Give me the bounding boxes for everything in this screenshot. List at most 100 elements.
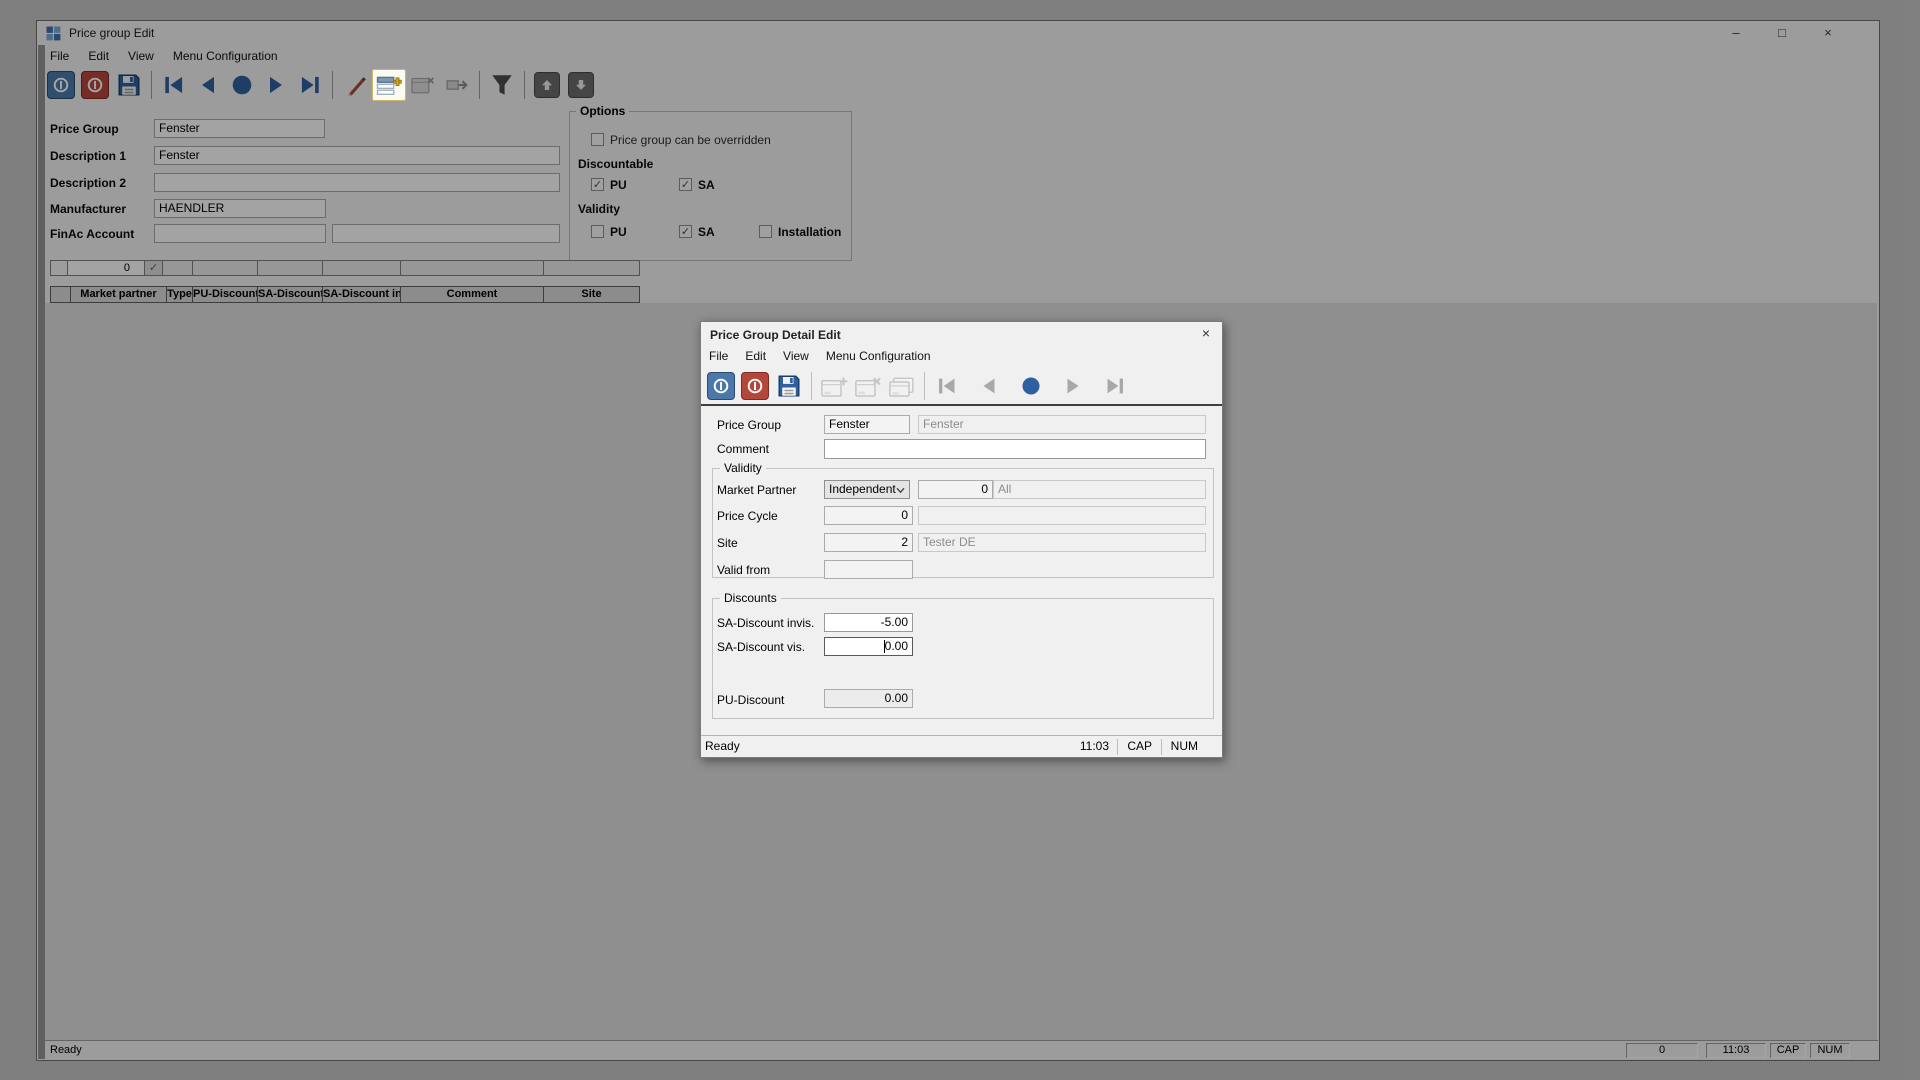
column-header-market-partner[interactable]: Market partner (70, 286, 167, 303)
menu-configuration[interactable]: Menu Configuration (173, 49, 278, 63)
filter-cell[interactable] (162, 260, 193, 276)
validity-sa-checkbox[interactable]: ✓ (679, 225, 692, 238)
description1-label: Description 1 (50, 149, 126, 163)
dialog-menu-view[interactable]: View (783, 349, 809, 363)
market-partner-number-field[interactable]: 0 (918, 480, 993, 499)
column-header-sa-discount-inv[interactable]: SA-Discount inv (322, 286, 401, 303)
form-edit-button-disabled[interactable] (406, 69, 440, 101)
dialog-nav-last-button[interactable] (1098, 370, 1132, 402)
filter-cell[interactable] (400, 260, 544, 276)
dialog-cancel-button[interactable] (738, 370, 772, 402)
dialog-save-button[interactable] (772, 370, 806, 402)
market-partner-label: Market Partner (717, 483, 796, 497)
dialog-price-group-field[interactable]: Fenster (824, 415, 910, 434)
price-cycle-label: Price Cycle (717, 509, 778, 523)
column-header-pu-discount[interactable]: PU-Discount (192, 286, 258, 303)
pen-edit-icon (343, 73, 367, 97)
dialog-menu-file[interactable]: File (709, 349, 728, 363)
discountable-label: Discountable (578, 157, 653, 171)
manufacturer-field[interactable]: HAENDLER (154, 199, 326, 218)
nav-previous-icon (978, 375, 1000, 397)
filter-funnel-icon (489, 72, 515, 98)
discountable-pu-label: PU (610, 178, 627, 192)
dialog-nav-next-button[interactable] (1056, 370, 1090, 402)
toolbar-separator (924, 372, 925, 400)
dialog-menu-configuration[interactable]: Menu Configuration (826, 349, 931, 363)
validity-installation-checkbox[interactable] (759, 225, 772, 238)
override-checkbox[interactable] (591, 133, 604, 146)
dialog-nav-previous-button[interactable] (972, 370, 1006, 402)
cancel-power-icon (741, 372, 769, 400)
description1-field[interactable]: Fenster (154, 146, 560, 165)
nav-next-button[interactable] (259, 69, 293, 101)
save-button[interactable] (112, 69, 146, 101)
sa-discount-vis-field[interactable]: 0.00 (824, 637, 913, 656)
site-field[interactable]: 2 (824, 533, 913, 552)
filter-cell[interactable] (543, 260, 640, 276)
sa-discount-invis-field[interactable]: -5.00 (824, 613, 913, 632)
filter-count-field[interactable]: 0 (67, 260, 145, 276)
nav-last-icon (298, 73, 322, 97)
filter-cell[interactable] (257, 260, 323, 276)
move-down-button[interactable] (564, 69, 598, 101)
toolbar-separator (332, 71, 333, 99)
column-header-type[interactable]: Type (166, 286, 193, 303)
move-up-button[interactable] (530, 69, 564, 101)
nav-first-button[interactable] (157, 69, 191, 101)
menu-edit[interactable]: Edit (88, 49, 109, 63)
dialog-status-num: NUM (1171, 739, 1198, 753)
ok-power-icon (47, 71, 75, 99)
restore-button[interactable]: □ (1765, 23, 1799, 43)
dialog-menu-bar: File Edit View Menu Configuration (709, 347, 931, 365)
discountable-sa-label: SA (698, 178, 715, 192)
filter-cell[interactable] (322, 260, 401, 276)
valid-from-field[interactable] (824, 560, 913, 579)
dialog-close-button[interactable]: × (1196, 325, 1216, 343)
dialog-copy-button-disabled[interactable] (885, 370, 919, 402)
desktop: Price group Edit – □ × File Edit View Me… (0, 0, 1920, 1080)
nav-last-button[interactable] (293, 69, 327, 101)
price-group-field[interactable]: Fenster (154, 119, 325, 138)
minimize-button[interactable]: – (1719, 23, 1753, 43)
filter-check-dropdown[interactable]: ✓ (144, 260, 163, 276)
description2-field[interactable] (154, 173, 560, 192)
finac-account-text-field[interactable] (332, 224, 560, 243)
discountable-pu-checkbox[interactable]: ✓ (591, 178, 604, 191)
menu-view[interactable]: View (128, 49, 154, 63)
dialog-add-button-disabled[interactable] (817, 370, 851, 402)
form-delete-disabled-icon (854, 375, 882, 398)
form-add-disabled-icon (820, 375, 848, 398)
status-cap: CAP (1770, 1043, 1806, 1058)
cancel-button[interactable] (78, 69, 112, 101)
finac-account-field[interactable] (154, 224, 326, 243)
filter-button[interactable] (485, 69, 519, 101)
menu-file[interactable]: File (50, 49, 69, 63)
close-button[interactable]: × (1811, 23, 1845, 43)
dialog-menu-edit[interactable]: Edit (745, 349, 766, 363)
dialog-ok-button[interactable] (704, 370, 738, 402)
edit-pen-button[interactable] (338, 69, 372, 101)
market-partner-dropdown[interactable]: Independent (824, 480, 910, 499)
validity-pu-checkbox[interactable] (591, 225, 604, 238)
status-time: 11:03 (1706, 1043, 1766, 1058)
nav-record-button[interactable] (225, 69, 259, 101)
column-header-selector[interactable] (50, 286, 71, 303)
window-titlebar: Price group Edit (37, 21, 1879, 45)
dialog-comment-field[interactable] (824, 439, 1206, 459)
discountable-sa-checkbox[interactable]: ✓ (679, 178, 692, 191)
dialog-nav-first-button[interactable] (930, 370, 964, 402)
valid-from-label: Valid from (717, 563, 770, 577)
ok-button[interactable] (44, 69, 78, 101)
filter-row-selector[interactable] (50, 260, 68, 276)
price-cycle-field[interactable]: 0 (824, 506, 913, 525)
dialog-nav-record-button[interactable] (1014, 370, 1048, 402)
column-header-site[interactable]: Site (543, 286, 640, 303)
nav-previous-button[interactable] (191, 69, 225, 101)
filter-cell[interactable] (192, 260, 258, 276)
detail-add-button[interactable] (372, 69, 406, 101)
go-to-button-disabled[interactable] (440, 69, 474, 101)
column-header-sa-discount[interactable]: SA-Discount (257, 286, 323, 303)
dialog-delete-button-disabled[interactable] (851, 370, 885, 402)
column-header-comment[interactable]: Comment (400, 286, 544, 303)
sa-discount-invis-label: SA-Discount invis. (717, 616, 814, 630)
